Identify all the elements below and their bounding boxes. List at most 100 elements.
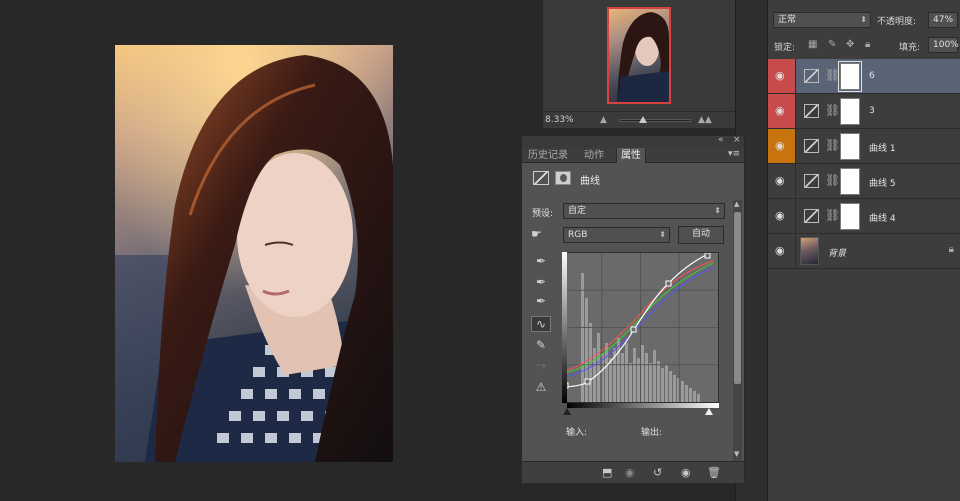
lock-transparent-icon[interactable]: ▦ — [808, 39, 817, 50]
fill-input[interactable]: 100% — [928, 37, 959, 53]
panel-menu-icon[interactable]: ▾≡ — [728, 149, 740, 159]
link-icon[interactable]: ⛓ — [825, 208, 840, 222]
layer-row-background[interactable]: ◉ 背景 🔒︎ — [768, 234, 960, 269]
curve-point[interactable] — [630, 326, 637, 333]
scroll-down-icon[interactable]: ▼ — [734, 450, 739, 458]
layer-visibility-toggle[interactable]: ◉ — [768, 199, 796, 233]
curve-point[interactable] — [704, 252, 711, 259]
eye-icon: ◉ — [775, 139, 785, 152]
document-photo[interactable] — [115, 45, 393, 462]
output-label: 输出: — [641, 428, 663, 438]
layer-row-curves-4[interactable]: ◉ ⛓ 曲线 4 — [768, 199, 960, 234]
channel-value: RGB — [568, 230, 588, 240]
channel-select[interactable]: RGB ⬍ — [563, 227, 670, 243]
zoom-percent-field[interactable]: 8.33% — [545, 115, 574, 125]
layers-panel: 正常 ⬍ 不透明度: 47% 锁定: ▦ ✎ ✥ 🔒︎ 填充: 100% ◉ ⛓… — [768, 0, 960, 501]
layer-name[interactable]: 6 — [869, 71, 875, 81]
black-point-slider[interactable] — [563, 408, 571, 415]
layer-visibility-toggle[interactable]: ◉ — [768, 234, 796, 268]
scroll-up-icon[interactable]: ▲ — [734, 200, 739, 208]
lock-all-icon[interactable]: 🔒︎ — [865, 39, 870, 50]
scrollbar-thumb[interactable] — [734, 212, 741, 384]
layer-visibility-toggle[interactable]: ◉ — [768, 94, 796, 128]
chevron-updown-icon: ⬍ — [659, 230, 666, 239]
chevron-updown-icon: ⬍ — [860, 15, 867, 24]
photo-illustration — [115, 45, 393, 462]
pencil-icon[interactable]: ✎ — [531, 338, 551, 352]
tab-actions[interactable]: 动作 — [580, 148, 608, 163]
zoom-out-icon[interactable]: ▲ — [600, 115, 607, 125]
input-gradient-bar — [567, 403, 719, 408]
mask-icon[interactable] — [555, 171, 571, 185]
tab-history[interactable]: 历史记录 — [524, 148, 572, 163]
layer-row-6[interactable]: ◉ ⛓ 6 — [768, 59, 960, 94]
lock-move-icon[interactable]: ✥ — [846, 39, 854, 50]
eye-icon: ◉ — [775, 69, 785, 82]
link-icon[interactable]: ⛓ — [825, 138, 840, 152]
gray-eyedropper-icon[interactable]: ✒ — [531, 275, 551, 289]
eye-icon: ◉ — [775, 209, 785, 222]
tab-properties[interactable]: 属性 — [616, 148, 646, 163]
link-icon[interactable]: ⛓ — [825, 173, 840, 187]
layer-row-curves-5[interactable]: ◉ ⛓ 曲线 5 — [768, 164, 960, 199]
layer-name[interactable]: 背景 — [828, 246, 846, 259]
auto-button[interactable]: 自动 — [678, 226, 724, 244]
close-icon[interactable]: × — [733, 135, 741, 145]
layer-visibility-toggle[interactable]: ◉ — [768, 129, 796, 163]
background-thumbnail[interactable] — [800, 237, 819, 265]
curve-point[interactable] — [665, 280, 672, 287]
blend-mode-value: 正常 — [778, 15, 797, 25]
preset-value: 自定 — [568, 206, 587, 216]
curves-graph[interactable] — [562, 252, 719, 403]
navigator-thumbnail[interactable] — [607, 7, 671, 104]
layer-mask-thumbnail[interactable] — [840, 203, 860, 230]
visibility-eye-icon[interactable]: ◉ — [681, 466, 691, 479]
target-adjust-icon[interactable]: ☛ — [531, 227, 542, 241]
curves-adjustment-icon — [804, 104, 819, 118]
input-label: 输入: — [566, 428, 588, 438]
layer-row-curves-1[interactable]: ◉ ⛓ 曲线 1 — [768, 129, 960, 164]
layer-name[interactable]: 3 — [869, 106, 875, 116]
panel-scrollbar[interactable]: ▲ ▼ — [733, 200, 742, 461]
layer-name[interactable]: 曲线 5 — [869, 176, 896, 189]
reset-icon[interactable]: ↺ — [653, 466, 662, 479]
layer-mask-thumbnail[interactable] — [840, 168, 860, 195]
layer-mask-thumbnail[interactable] — [840, 98, 860, 125]
document-canvas[interactable] — [0, 0, 543, 501]
opacity-input[interactable]: 47% — [928, 12, 958, 28]
layer-mask-thumbnail[interactable] — [840, 133, 860, 160]
navigator-preview-image — [617, 12, 669, 102]
view-previous-state-icon[interactable]: ◉ — [625, 466, 635, 479]
preset-select[interactable]: 自定 ⬍ — [563, 203, 725, 219]
lock-paint-icon[interactable]: ✎ — [828, 39, 836, 50]
eye-icon: ◉ — [775, 174, 785, 187]
layer-mask-thumbnail[interactable] — [838, 61, 862, 92]
link-icon[interactable]: ⛓ — [825, 103, 840, 117]
curve-point-tool-icon[interactable]: ∿ — [531, 316, 551, 332]
navigator-panel: 8.33% ▲ ▲▲ — [543, 0, 735, 128]
black-eyedropper-icon[interactable]: ✒ — [531, 254, 551, 268]
blend-mode-select[interactable]: 正常 ⬍ — [773, 12, 871, 28]
layer-visibility-toggle[interactable]: ◉ — [768, 59, 796, 93]
zoom-in-icon[interactable]: ▲▲ — [698, 115, 712, 125]
opacity-label: 不透明度: — [877, 17, 917, 27]
layer-visibility-toggle[interactable]: ◉ — [768, 164, 796, 198]
zoom-slider[interactable] — [619, 119, 691, 122]
fill-label: 填充: — [899, 43, 921, 53]
clipping-warning-icon[interactable]: ⚠ — [531, 380, 551, 394]
lock-label: 锁定: — [774, 43, 796, 53]
layer-name[interactable]: 曲线 1 — [869, 141, 896, 154]
white-point-slider[interactable] — [705, 408, 713, 415]
curves-adjustment-icon — [804, 174, 819, 188]
trash-icon[interactable]: 🗑︎ — [707, 466, 721, 479]
collapse-icon[interactable]: « — [718, 135, 724, 145]
layer-row-3[interactable]: ◉ ⛓ 3 — [768, 94, 960, 129]
curve-point[interactable] — [584, 378, 591, 385]
white-eyedropper-icon[interactable]: ✒ — [531, 294, 551, 308]
panel-titlebar[interactable]: « × — [522, 135, 744, 148]
clip-to-layer-icon[interactable]: ⬒ — [602, 466, 612, 479]
link-icon[interactable]: ⛓ — [825, 68, 840, 82]
layer-name[interactable]: 曲线 4 — [869, 211, 896, 224]
properties-footer: ⬒ ◉ ↺ ◉ 🗑︎ — [522, 461, 744, 483]
zoom-slider-handle[interactable] — [639, 116, 647, 123]
